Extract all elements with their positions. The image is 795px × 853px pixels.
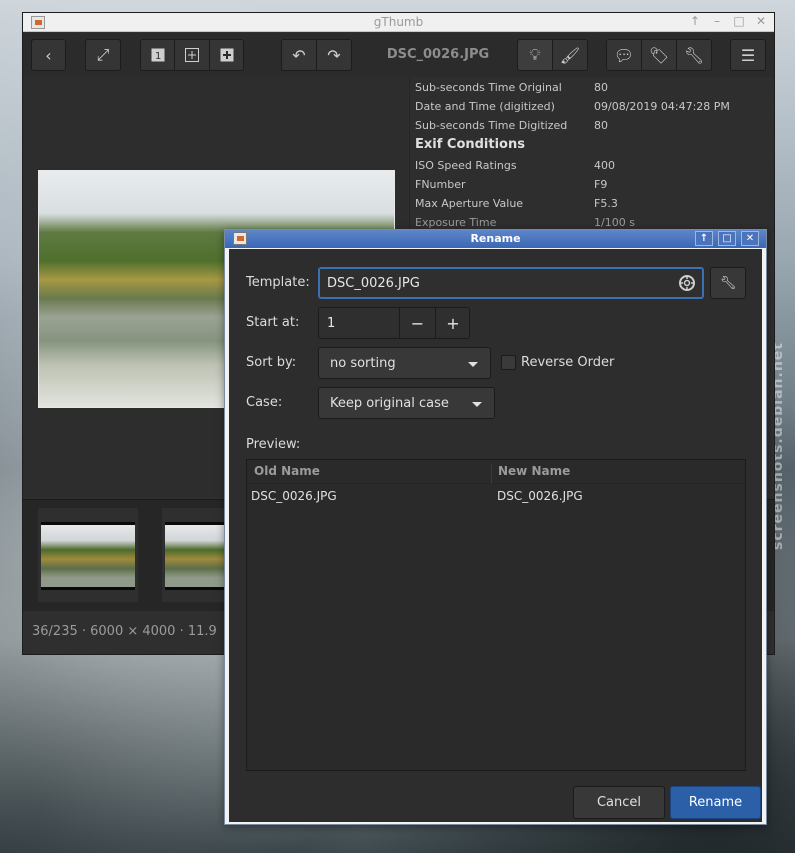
chevron-down-icon [472, 402, 482, 407]
case-value: Keep original case [330, 396, 449, 411]
plus-icon: + [446, 313, 460, 333]
main-window-title: gThumb [373, 15, 424, 29]
start-at-label: Start at: [246, 315, 300, 330]
maximize-button[interactable]: □ [718, 231, 736, 246]
comment-button[interactable]: 💬︎ [606, 39, 642, 71]
close-button[interactable]: ✕ [754, 14, 768, 28]
info-row: Sub-seconds Time Original 80 [415, 81, 608, 94]
rename-button[interactable]: Rename [670, 786, 761, 819]
main-titlebar: gThumb ↑ – □ ✕ [23, 13, 774, 32]
zoom-in-button[interactable] [209, 39, 244, 71]
sort-by-combo[interactable]: no sorting [318, 347, 491, 379]
template-options-button[interactable]: 🔧︎ [710, 267, 746, 299]
tag-icon: 🏷︎ [648, 45, 670, 65]
zoom-in-icon [220, 48, 233, 62]
template-input[interactable]: DSC_0026.JPG [318, 267, 704, 299]
menu-icon: ☰ [740, 45, 756, 65]
back-icon: ‹ [45, 45, 52, 65]
comment-icon: 💬︎ [613, 45, 635, 65]
info-section-heading: Exif Conditions [415, 137, 525, 152]
column-separator [491, 464, 492, 484]
tools-button[interactable]: 🔧︎ [676, 39, 712, 71]
table-header: Old Name New Name [247, 460, 745, 484]
one-icon: 1 [151, 48, 164, 62]
thumbnail-image [41, 522, 135, 590]
brush-icon: 🖌︎ [559, 45, 581, 65]
cancel-button[interactable]: Cancel [573, 786, 665, 819]
reverse-order-checkbox[interactable] [501, 355, 516, 370]
dialog-titlebar: Rename ↑ □ ✕ [225, 230, 766, 248]
adjust-button[interactable]: 💡︎ [517, 39, 553, 71]
preview-label: Preview: [246, 437, 301, 452]
thumbnail[interactable] [38, 508, 138, 602]
toolbar-filename: DSC_0026.JPG [386, 47, 490, 62]
fit-button[interactable] [174, 39, 210, 71]
sort-by-value: no sorting [330, 356, 396, 371]
dialog-title: Rename [470, 232, 521, 245]
template-label: Template: [246, 275, 310, 290]
decrement-button[interactable]: − [400, 308, 435, 338]
menu-button[interactable]: ☰ [730, 39, 766, 71]
start-at-spinbox[interactable]: 1 − + [318, 307, 470, 339]
template-value: DSC_0026.JPG [327, 276, 420, 291]
main-window-buttons: ↑ – □ ✕ [688, 14, 768, 28]
info-row: Max Aperture Value F5.3 [415, 197, 618, 210]
rotate-left-icon: ↶ [292, 45, 306, 65]
info-row: Sub-seconds Time Digitized 80 [415, 119, 608, 132]
svg-text:1: 1 [155, 51, 161, 62]
preview-table[interactable]: Old Name New Name DSC_0026.JPG DSC_0026.… [246, 459, 746, 771]
increment-button[interactable]: + [436, 308, 470, 338]
info-row: Date and Time (digitized) 09/08/2019 04:4… [415, 100, 730, 113]
minus-icon: − [410, 313, 425, 333]
special-codes-icon[interactable] [679, 275, 695, 291]
wrench-icon: 🔧︎ [719, 275, 737, 291]
rotate-right-button[interactable]: ↷ [316, 39, 352, 71]
column-header-new-name[interactable]: New Name [498, 464, 570, 478]
viewer-toolbar: ‹ ⤢ 1 ↶ ↷ DSC_0026.JPG 💡︎ 🖌︎ 💬︎ 🏷︎ 🔧︎ ☰ [23, 33, 774, 77]
keep-above-button[interactable]: ↑ [688, 14, 702, 28]
rotate-right-icon: ↷ [327, 45, 341, 65]
fit-icon [185, 48, 199, 62]
start-at-value: 1 [327, 316, 336, 331]
actual-size-button[interactable]: 1 [140, 39, 175, 71]
case-label: Case: [246, 395, 283, 410]
new-name-cell: DSC_0026.JPG [497, 489, 583, 503]
chevron-down-icon [468, 362, 478, 367]
fullscreen-button[interactable]: ⤢ [85, 39, 121, 71]
column-header-old-name[interactable]: Old Name [254, 464, 320, 478]
reverse-order-label[interactable]: Reverse Order [521, 355, 614, 370]
rename-dialog: Rename ↑ □ ✕ Template: DSC_0026.JPG 🔧︎ S… [224, 229, 767, 825]
rotate-left-button[interactable]: ↶ [281, 39, 317, 71]
info-row: FNumber F9 [415, 178, 608, 191]
edit-button[interactable]: 🖌︎ [552, 39, 588, 71]
sort-by-label: Sort by: [246, 355, 297, 370]
fullscreen-icon: ⤢ [96, 45, 110, 64]
tag-button[interactable]: 🏷︎ [641, 39, 677, 71]
close-button[interactable]: ✕ [741, 231, 759, 246]
lightbulb-icon: 💡︎ [529, 45, 541, 64]
info-row: ISO Speed Ratings 400 [415, 159, 615, 172]
exif-info-panel: Sub-seconds Time Original 80 Date and Tim… [409, 77, 774, 237]
maximize-button[interactable]: □ [732, 14, 746, 28]
keep-above-button[interactable]: ↑ [695, 231, 713, 246]
back-button[interactable]: ‹ [31, 39, 66, 71]
old-name-cell: DSC_0026.JPG [251, 489, 337, 503]
wrench-icon: 🔧︎ [683, 45, 705, 65]
dialog-body: Template: DSC_0026.JPG 🔧︎ Start at: 1 − … [229, 249, 762, 822]
status-text: 36/235 · 6000 × 4000 · 11.9 [32, 624, 217, 639]
minimize-button[interactable]: – [710, 14, 724, 28]
case-combo[interactable]: Keep original case [318, 387, 495, 419]
